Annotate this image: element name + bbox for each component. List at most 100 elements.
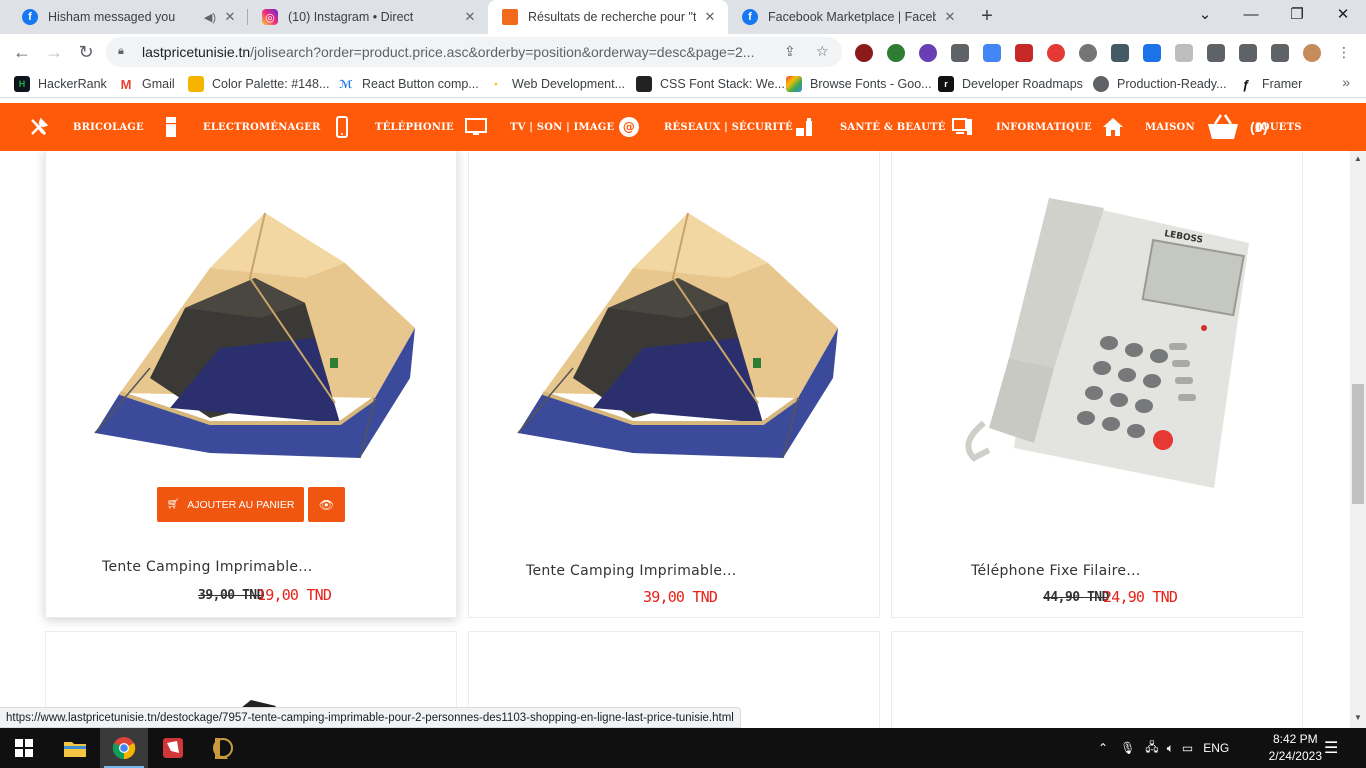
windows-icon [15,739,33,757]
product-card[interactable]: Tente Camping Imprimable... 39,00 TND [468,151,880,618]
tab-facebook-messages[interactable]: f Hisham messaged you ◀) ✕ [8,0,248,34]
league-taskbar-button[interactable] [198,728,246,768]
nav-reseaux-securite[interactable]: @ RÉSEAUX | SÉCURITÉ [618,103,793,151]
chevron-up-icon[interactable]: ⌃ [1098,741,1108,755]
close-icon[interactable]: ✕ [702,9,718,25]
bookmark-react-button[interactable]: ℳ React Button comp... [338,76,479,92]
nav-jouets[interactable]: (0) JOUETS [1206,103,1301,151]
nav-telephonie[interactable]: TÉLÉPHONIE [331,103,454,151]
landline-phone-product-image[interactable]: LEBOSS [954,188,1259,493]
profile-avatar[interactable] [1303,44,1321,62]
bookmark-framer[interactable]: ƒ Framer [1238,76,1302,92]
share-icon[interactable]: ⇪ [784,43,796,60]
bookmarks-overflow-button[interactable]: » [1342,74,1350,90]
language-indicator[interactable]: ENG [1203,741,1229,755]
react-icon: ℳ [338,76,354,92]
tent-product-image[interactable] [513,208,843,468]
nav-label: BRICOLAGE [73,121,144,133]
add-to-cart-label: AJOUTER AU PANIER [187,498,295,511]
add-to-cart-button[interactable]: 🛒︎ AJOUTER AU PANIER [157,487,304,522]
nav-label: RÉSEAUX | SÉCURITÉ [664,121,793,133]
page-scrollbar[interactable]: ▲ ▼ [1350,151,1366,728]
notifications-icon[interactable]: ☰ [1324,728,1338,768]
quick-view-button[interactable]: 👁︎ [308,487,345,522]
lock-icon[interactable]: 🔒︎ [118,45,132,59]
bookmark-label: React Button comp... [362,77,479,91]
windows-start-button[interactable] [0,728,48,768]
nav-tv-son-image[interactable]: TV | SON | IMAGE [465,103,614,151]
puzzle-icon[interactable] [1207,44,1225,62]
product-card[interactable] [891,631,1303,728]
tab-instagram[interactable]: ◎ (10) Instagram • Direct ✕ [248,0,488,34]
close-window-button[interactable]: ✕ [1320,0,1366,30]
tab-search-results[interactable]: Résultats de recherche pour "tente ✕ [488,0,728,34]
nav-informatique[interactable]: INFORMATIQUE [952,103,1092,151]
product-name[interactable]: Tente Camping Imprimable... [102,559,313,575]
speaker-icon[interactable]: ◀) [204,11,216,24]
shield-extension-icon[interactable] [1015,44,1033,62]
lastprice-icon [502,9,518,25]
globe-extension-icon[interactable] [887,44,905,62]
restore-button[interactable]: ❐ [1274,0,1320,30]
tent-product-image[interactable] [90,208,420,468]
svg-text:@: @ [623,120,635,134]
translate-extension-icon[interactable] [983,44,1001,62]
bookmark-color-palette[interactable]: Color Palette: #148... [188,76,329,92]
bookmark-browse-fonts[interactable]: Browse Fonts - Goo... [786,76,932,92]
bookmark-gmail[interactable]: M Gmail [118,76,175,92]
address-bar[interactable]: 🔒︎ lastpricetunisie.tn /jolisearch?order… [106,37,842,67]
nav-maison[interactable]: MAISON [1102,103,1195,151]
scrollbar-thumb[interactable] [1352,384,1364,504]
reload-button[interactable]: ↻ [72,38,100,66]
app-taskbar-button[interactable] [149,728,197,768]
roadmap-icon: r [938,76,954,92]
basket-icon[interactable] [1206,113,1240,141]
product-name[interactable]: Tente Camping Imprimable... [526,563,737,579]
bookmark-star-icon[interactable]: ☆ [816,43,829,60]
back-button[interactable]: ← [8,38,36,66]
chrome-taskbar-button[interactable] [100,728,148,768]
bookmark-label: Color Palette: #148... [212,77,330,91]
bookmark-css-font-stack[interactable]: CSS Font Stack: We... [636,76,785,92]
tab-facebook-marketplace[interactable]: f Facebook Marketplace | Facebook ✕ [728,0,968,34]
nav-sante-beaute[interactable]: SANTÉ & BEAUTÉ [794,103,945,151]
battery-icon[interactable]: ▭ [1182,741,1193,755]
bookmark-developer-roadmaps[interactable]: r Developer Roadmaps [938,76,1083,92]
bookmark-label: CSS Font Stack: We... [660,77,785,91]
bug-extension-icon[interactable] [1079,44,1097,62]
forward-button[interactable]: → [40,38,68,66]
nav-electromenager[interactable]: ELECTROMÉNAGER [160,103,320,151]
product-card[interactable]: 🛒︎ AJOUTER AU PANIER 👁︎ Tente Camping Im… [45,151,457,618]
reading-list-icon[interactable] [1239,44,1257,62]
tools-icon [28,116,50,138]
product-name[interactable]: Téléphone Fixe Filaire... [971,563,1141,579]
bookmark-web-development[interactable]: • Web Development... [488,76,625,92]
menu-kebab-icon[interactable]: ⋮ [1335,44,1353,62]
bookmark-hackerrank[interactable]: H HackerRank [14,76,107,92]
close-icon[interactable]: ✕ [222,9,238,25]
new-tab-button[interactable]: + [975,5,999,29]
scroll-up-icon[interactable]: ▲ [1354,155,1362,163]
mobile-extension-icon[interactable] [1143,44,1161,62]
color-extension-icon[interactable] [919,44,937,62]
clock[interactable]: 8:42 PM 2/24/2023 [1269,731,1322,765]
bookmark-production-ready[interactable]: Production-Ready... [1093,76,1227,92]
network-tray-icon[interactable]: 🖧︎ [1145,738,1158,759]
adblock-extension-icon[interactable] [1047,44,1065,62]
windows-taskbar: ⌃ 🎙︎ 🖧︎ 🔈︎ ▭ ENG 8:42 PM 2/24/2023 ☰ [0,728,1366,768]
tab-search-button[interactable]: ⌄ [1182,0,1228,30]
eyedropper-extension-icon[interactable] [1111,44,1129,62]
microphone-icon[interactable]: 🎙︎ [1120,741,1135,755]
minimize-button[interactable]: — [1228,0,1274,30]
volume-icon[interactable]: 🔈︎ [1167,741,1174,756]
side-panel-icon[interactable] [1271,44,1289,62]
nav-bricolage[interactable]: BRICOLAGE [28,103,144,151]
ublock-extension-icon[interactable] [855,44,873,62]
robot-extension-icon[interactable] [951,44,969,62]
css-extension-icon[interactable] [1175,44,1193,62]
product-card[interactable]: LEBOSS Téléphone Fixe Filaire... 44,90 T… [891,151,1303,618]
close-icon[interactable]: ✕ [462,9,478,25]
file-explorer-button[interactable] [51,728,99,768]
close-icon[interactable]: ✕ [942,9,958,25]
scroll-down-icon[interactable]: ▼ [1354,714,1362,722]
